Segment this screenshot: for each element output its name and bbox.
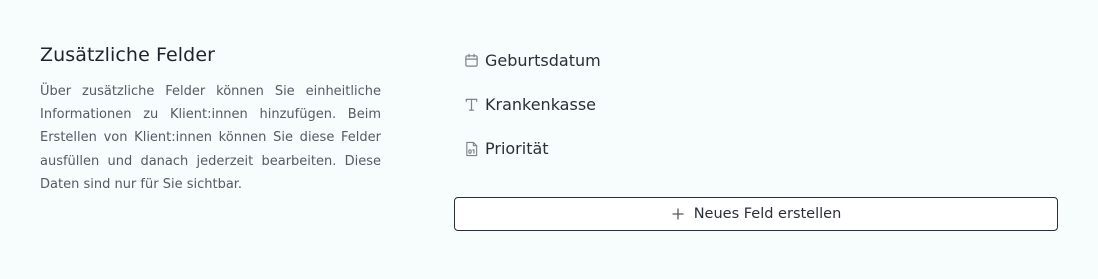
field-label: Krankenkasse bbox=[485, 95, 596, 114]
plus-icon bbox=[671, 207, 685, 221]
field-item-prioritaet[interactable]: Priorität bbox=[454, 134, 1060, 163]
section-info: Zusätzliche Felder Über zusätzliche Feld… bbox=[40, 44, 381, 196]
field-label: Geburtsdatum bbox=[485, 51, 601, 70]
calendar-icon bbox=[460, 50, 482, 72]
section-title: Zusätzliche Felder bbox=[40, 44, 216, 66]
fields-panel: Geburtsdatum Krankenkasse Priorität Neue… bbox=[454, 46, 1060, 231]
new-field-button-label: Neues Feld erstellen bbox=[693, 206, 842, 222]
field-list: Geburtsdatum Krankenkasse Priorität bbox=[454, 46, 1060, 163]
text-type-icon bbox=[460, 94, 482, 116]
new-field-button[interactable]: Neues Feld erstellen bbox=[454, 197, 1058, 231]
field-item-krankenkasse[interactable]: Krankenkasse bbox=[454, 90, 1060, 119]
number-file-icon bbox=[460, 138, 482, 160]
section-description: Über zusätzliche Felder können Sie einhe… bbox=[40, 84, 381, 192]
field-label: Priorität bbox=[485, 139, 549, 158]
field-item-geburtsdatum[interactable]: Geburtsdatum bbox=[454, 46, 1060, 75]
